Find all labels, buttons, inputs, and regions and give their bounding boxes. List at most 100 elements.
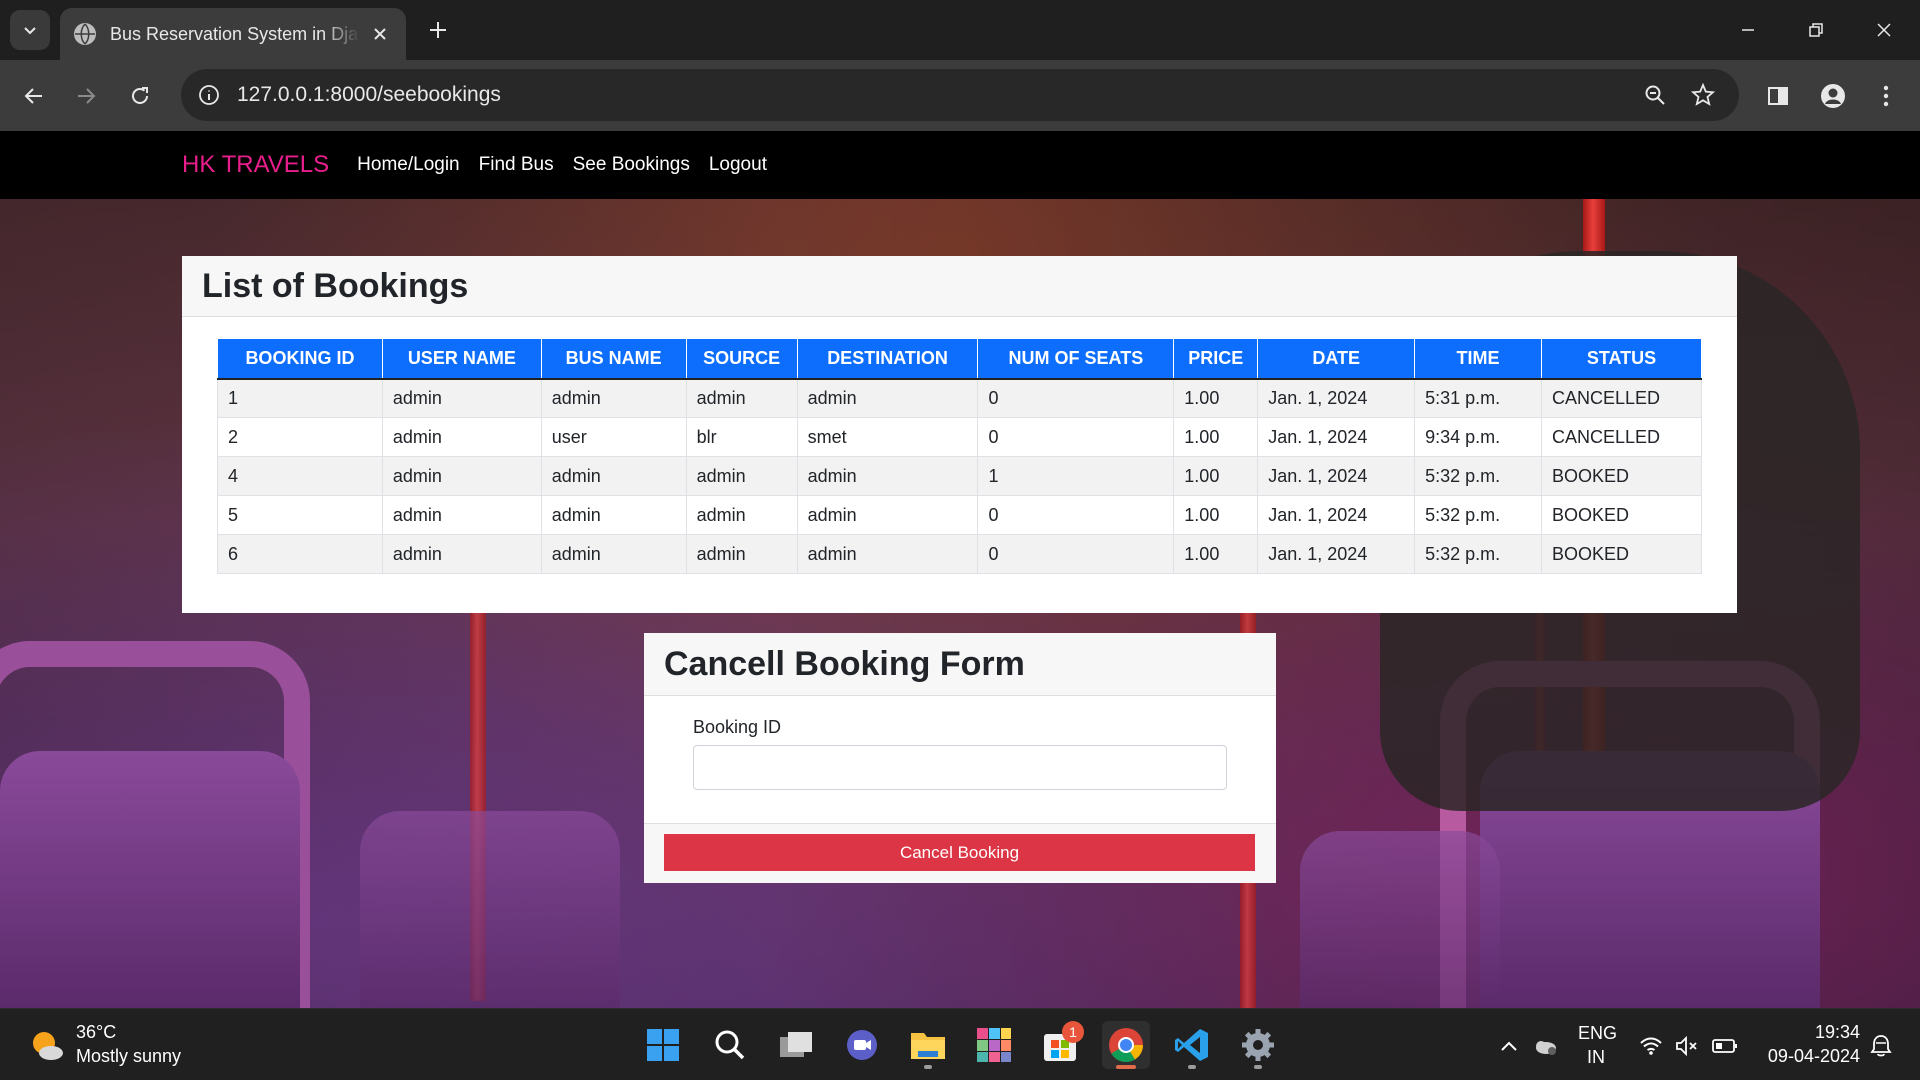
browser-tab-bar: Bus Reservation System in Django	[0, 0, 1920, 60]
clock-time[interactable]: 19:34	[1756, 1022, 1860, 1043]
restore-button[interactable]	[1796, 10, 1836, 50]
minimize-icon	[1742, 29, 1754, 31]
side-panel-icon	[1768, 87, 1788, 105]
language-indicator-line1[interactable]: ENG	[1578, 1023, 1617, 1044]
reload-button[interactable]	[120, 76, 160, 116]
destination-cell: admin	[796, 495, 979, 535]
teams-chat-button[interactable]	[838, 1021, 886, 1069]
brand-logo-link[interactable]: HK TRAVELS	[182, 151, 329, 179]
bookings-title: List of Bookings	[202, 266, 469, 305]
arrow-left-icon	[24, 88, 42, 104]
destination-cell: admin	[796, 534, 979, 574]
side-panel-button[interactable]	[1758, 76, 1798, 116]
bookings-card-header: List of Bookings	[182, 256, 1737, 317]
source-cell: blr	[685, 417, 798, 457]
column-header: USER NAME	[381, 338, 542, 380]
time-cell: 5:32 p.m.	[1414, 456, 1542, 496]
status-cell: BOOKED	[1540, 495, 1703, 535]
store-app-button[interactable]: 1	[1036, 1021, 1084, 1069]
vscode-app-button[interactable]	[1168, 1021, 1216, 1069]
table-header-row: BOOKING ID USER NAME BUS NAME SOURCE DES…	[217, 338, 1703, 380]
nav-link-find-bus[interactable]: Find Bus	[479, 154, 554, 176]
close-window-button[interactable]	[1864, 10, 1904, 50]
bus-name-cell: admin	[540, 456, 687, 496]
tab-close-button[interactable]	[368, 22, 392, 46]
date-cell: Jan. 1, 2024	[1257, 417, 1416, 457]
background-seat	[0, 751, 300, 1008]
clock-date[interactable]: 09-04-2024	[1756, 1046, 1860, 1067]
num-seats-cell: 0	[977, 417, 1175, 457]
taskbar-search-button[interactable]	[706, 1021, 754, 1069]
tab-search-button[interactable]	[10, 10, 50, 50]
source-cell: admin	[685, 378, 798, 418]
page-content: HK TRAVELS Home/Login Find Bus See Booki…	[0, 131, 1920, 1008]
vscode-icon	[1175, 1029, 1208, 1061]
speaker-muted-icon[interactable]	[1674, 1033, 1700, 1059]
tab-title: Bus Reservation System in Django	[110, 23, 360, 44]
url-text[interactable]: 127.0.0.1:8000/seebookings	[237, 83, 501, 107]
nav-link-home-login[interactable]: Home/Login	[357, 154, 459, 176]
forward-button[interactable]	[66, 76, 106, 116]
price-cell: 1.00	[1173, 534, 1259, 574]
bookmark-star-icon[interactable]	[1689, 81, 1717, 109]
date-cell: Jan. 1, 2024	[1257, 534, 1416, 574]
browser-toolbar: 127.0.0.1:8000/seebookings	[0, 60, 1920, 131]
booking-id-cell: 5	[217, 495, 383, 535]
weather-description[interactable]: Mostly sunny	[76, 1046, 181, 1067]
chevron-up-icon[interactable]	[1496, 1033, 1522, 1059]
column-header: DATE	[1257, 338, 1416, 380]
restore-icon	[1809, 23, 1823, 37]
windows-logo-icon	[647, 1029, 679, 1061]
minimize-button[interactable]	[1728, 10, 1768, 50]
menu-button[interactable]	[1866, 76, 1906, 116]
bus-name-cell: admin	[540, 378, 687, 418]
close-icon	[374, 28, 386, 40]
source-cell: admin	[685, 495, 798, 535]
address-bar[interactable]: 127.0.0.1:8000/seebookings	[181, 69, 1739, 121]
weather-temperature[interactable]: 36°C	[76, 1022, 116, 1043]
column-header: PRICE	[1173, 338, 1259, 380]
language-indicator-line2[interactable]: IN	[1578, 1047, 1614, 1068]
battery-icon[interactable]	[1712, 1033, 1738, 1059]
notification-bell-icon[interactable]	[1868, 1033, 1894, 1059]
status-cell: BOOKED	[1540, 456, 1703, 496]
cancel-booking-button[interactable]: Cancel Booking	[664, 834, 1255, 871]
onedrive-icon[interactable]	[1532, 1033, 1558, 1059]
price-cell: 1.00	[1173, 378, 1259, 418]
nav-link-see-bookings[interactable]: See Bookings	[573, 154, 690, 176]
price-cell: 1.00	[1173, 456, 1259, 496]
browser-tab[interactable]: Bus Reservation System in Django	[60, 8, 406, 60]
user-name-cell: admin	[381, 417, 542, 457]
running-indicator	[1254, 1065, 1262, 1069]
site-info-icon[interactable]	[195, 81, 223, 109]
cancel-booking-card: Cancell Booking Form Booking ID Cancel B…	[644, 633, 1276, 883]
chrome-app-button[interactable]	[1102, 1021, 1150, 1069]
settings-app-button[interactable]	[1234, 1021, 1282, 1069]
wifi-icon[interactable]	[1638, 1033, 1664, 1059]
booking-id-cell: 6	[217, 534, 383, 574]
task-view-icon	[780, 1032, 812, 1057]
task-view-button[interactable]	[772, 1021, 820, 1069]
file-explorer-button[interactable]	[904, 1021, 952, 1069]
back-button[interactable]	[14, 76, 54, 116]
weather-sun-icon[interactable]	[30, 1029, 64, 1063]
user-name-cell: admin	[381, 534, 542, 574]
status-cell: CANCELLED	[1540, 417, 1703, 457]
start-button[interactable]	[639, 1021, 687, 1069]
zoom-icon[interactable]	[1641, 81, 1669, 109]
close-icon	[1877, 23, 1891, 37]
table-row: 6 admin admin admin admin 0 1.00 Jan. 1,…	[217, 534, 1703, 574]
windows-taskbar: 36°C Mostly sunny 1 ENG IN 19:34 09-04-2…	[0, 1008, 1920, 1080]
photos-app-button[interactable]	[970, 1021, 1018, 1069]
column-header: DESTINATION	[796, 338, 979, 380]
cancel-booking-card-header: Cancell Booking Form	[644, 633, 1276, 696]
profile-button[interactable]	[1813, 76, 1853, 116]
site-navbar: HK TRAVELS Home/Login Find Bus See Booki…	[0, 131, 1920, 199]
running-indicator	[924, 1065, 932, 1069]
nav-link-logout[interactable]: Logout	[709, 154, 767, 176]
booking-id-input[interactable]	[693, 745, 1227, 790]
time-cell: 9:34 p.m.	[1414, 417, 1542, 457]
price-cell: 1.00	[1173, 495, 1259, 535]
new-tab-button[interactable]	[424, 16, 452, 44]
globe-icon	[74, 23, 96, 45]
